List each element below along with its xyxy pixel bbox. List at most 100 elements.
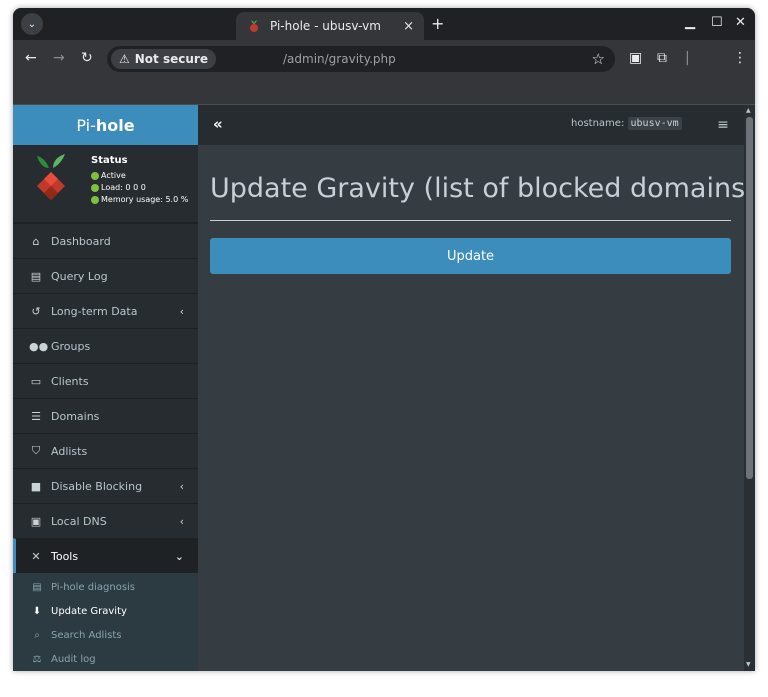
browser-window: ⌄ Pi-hole - ubusv-vm × + ▁ ☐ ✕ ← → ↻ ⚠ N…: [13, 8, 755, 671]
status-panel: Status Active Load: 0 0 0 Memory usage: …: [13, 145, 198, 223]
warning-icon: ⚠: [119, 52, 130, 66]
brand-prefix: Pi-: [76, 115, 96, 135]
file-icon: ▤: [30, 269, 42, 283]
balance-scale-icon: ⚖: [32, 653, 42, 665]
search-icon: ⌕: [34, 629, 40, 641]
hamburger-menu-icon[interactable]: ≡: [702, 105, 744, 145]
status-memory: Memory usage: 5.0 %: [91, 195, 188, 204]
sidebar-item-adlists[interactable]: ⛉ Adlists: [13, 433, 198, 468]
address-book-icon: ▣: [30, 514, 42, 528]
users-icon: ●●: [29, 339, 49, 353]
sidebar-item-tools[interactable]: ✕ Tools ⌄: [13, 538, 198, 573]
submenu-item-search-adlists[interactable]: ⌕ Search Adlists: [13, 623, 198, 647]
status-active: Active: [91, 171, 126, 180]
brand-logo[interactable]: Pi-hole: [13, 105, 198, 145]
chevron-left-icon: ‹: [179, 514, 184, 528]
tab-active[interactable]: Pi-hole - ubusv-vm ×: [236, 12, 424, 40]
sidebar-item-dashboard[interactable]: ⌂ Dashboard: [13, 223, 198, 258]
status-memory-text: Memory usage: 5.0 %: [101, 195, 189, 204]
tools-submenu: ▤ Pi-hole diagnosis ⬇ Update Gravity ⌕ S…: [13, 573, 198, 671]
top-navbar: « hostname: ubusv-vm ≡: [198, 105, 744, 145]
page-viewport: Pi-hole Status Active Load: 0 0 0 Memory…: [13, 105, 755, 671]
shield-icon: ⛉: [31, 444, 41, 457]
back-icon[interactable]: ←: [25, 50, 37, 66]
chevron-left-icon: ‹: [179, 479, 184, 493]
submenu-item-label: Pi-hole diagnosis: [51, 581, 136, 593]
browser-menu-icon[interactable]: ⋮: [733, 50, 747, 66]
sidebar-item-clients[interactable]: ▭ Clients: [13, 363, 198, 398]
sidebar-item-label: Adlists: [51, 444, 88, 458]
sidebar-item-groups[interactable]: ●● Groups: [13, 328, 198, 363]
status-load: Load: 0 0 0: [91, 183, 146, 192]
sidebar-item-label: Local DNS: [51, 514, 107, 528]
reload-icon[interactable]: ↻: [81, 50, 93, 66]
memory-dot-icon: [91, 195, 99, 204]
stop-icon: ■: [30, 479, 42, 493]
status-load-text: Load: 0 0 0: [101, 183, 146, 192]
submenu-item-pihole-diagnosis[interactable]: ▤ Pi-hole diagnosis: [13, 575, 198, 599]
new-tab-icon[interactable]: +: [431, 14, 444, 33]
address-bar[interactable]: ⚠ Not secure /admin/gravity.php ☆: [107, 46, 615, 72]
sidebar-item-label: Clients: [51, 374, 89, 388]
hostname-display: hostname: ubusv-vm: [571, 117, 682, 130]
sidebar-item-disable-blocking[interactable]: ■ Disable Blocking ‹: [13, 468, 198, 503]
sidebar-toggle-icon[interactable]: «: [213, 115, 223, 133]
sidebar-item-label: Domains: [51, 409, 100, 423]
tab-close-icon[interactable]: ×: [403, 19, 414, 34]
page-title: Update Gravity (list of blocked domains): [210, 173, 755, 204]
load-dot-icon: [91, 183, 99, 192]
page-scrollbar[interactable]: ▲ ▼: [744, 105, 755, 671]
chevron-left-icon: ‹: [179, 304, 184, 318]
submenu-item-audit-log[interactable]: ⚖ Audit log: [13, 647, 198, 671]
minimize-icon[interactable]: ▁: [685, 15, 695, 30]
scroll-down-icon[interactable]: ▼: [746, 661, 751, 668]
toolbar-divider: |: [685, 50, 690, 66]
status-active-text: Active: [101, 171, 126, 180]
laptop-icon: ▭: [30, 374, 42, 388]
security-chip[interactable]: ⚠ Not secure: [111, 49, 216, 69]
arrow-circle-down-icon: ⬇: [32, 605, 42, 617]
extensions-icon[interactable]: ⧉: [657, 50, 667, 66]
title-divider: [210, 220, 731, 221]
bookmark-star-icon[interactable]: ☆: [592, 50, 605, 68]
hostname-value: ubusv-vm: [627, 117, 682, 130]
tab-strip: ⌄ Pi-hole - ubusv-vm × + ▁ ☐ ✕: [13, 8, 755, 40]
scroll-up-icon[interactable]: ▲: [746, 107, 751, 114]
hostname-label: hostname:: [571, 118, 625, 129]
submenu-item-label: Update Gravity: [51, 605, 127, 617]
sidebar-item-label: Disable Blocking: [51, 479, 143, 493]
bookmark-bar: [13, 78, 755, 105]
forward-icon[interactable]: →: [53, 50, 65, 66]
submenu-item-update-gravity[interactable]: ⬇ Update Gravity: [13, 599, 198, 623]
status-title: Status: [91, 155, 128, 166]
close-window-icon[interactable]: ✕: [735, 15, 746, 30]
home-icon: ⌂: [32, 234, 40, 248]
sidebar-item-local-dns[interactable]: ▣ Local DNS ‹: [13, 503, 198, 538]
sidebar-item-label: Tools: [51, 549, 79, 563]
maximize-icon[interactable]: ☐: [711, 15, 723, 30]
pihole-favicon-icon: [250, 20, 258, 32]
brand-suffix: hole: [95, 115, 135, 135]
sidebar-item-domains[interactable]: ☰ Domains: [13, 398, 198, 433]
sidebar-item-label: Dashboard: [51, 234, 111, 248]
main-content: Update Gravity (list of blocked domains)…: [198, 145, 755, 671]
pihole-logo-icon: [37, 154, 65, 200]
url-text: /admin/gravity.php: [283, 52, 396, 66]
update-gravity-button[interactable]: Update: [210, 238, 731, 274]
sidebar-item-label: Long-term Data: [51, 304, 138, 318]
sidebar-item-long-term-data[interactable]: ↺ Long-term Data ‹: [13, 293, 198, 328]
sidebar-item-label: Groups: [51, 339, 91, 353]
file-medical-icon: ▤: [32, 581, 42, 593]
security-chip-label: Not secure: [134, 52, 208, 66]
reading-mode-icon[interactable]: ▣: [629, 50, 642, 66]
sidebar: Pi-hole Status Active Load: 0 0 0 Memory…: [13, 105, 198, 671]
sidebar-item-label: Query Log: [51, 269, 108, 283]
history-icon: ↺: [31, 304, 41, 318]
tab-title: Pi-hole - ubusv-vm: [270, 19, 381, 33]
sidebar-item-query-log[interactable]: ▤ Query Log: [13, 258, 198, 293]
tab-search-icon[interactable]: ⌄: [21, 13, 43, 35]
chevron-down-icon: ⌄: [174, 549, 184, 563]
submenu-item-label: Audit log: [51, 653, 96, 665]
list-icon: ☰: [31, 409, 41, 423]
scroll-thumb[interactable]: [746, 117, 753, 479]
